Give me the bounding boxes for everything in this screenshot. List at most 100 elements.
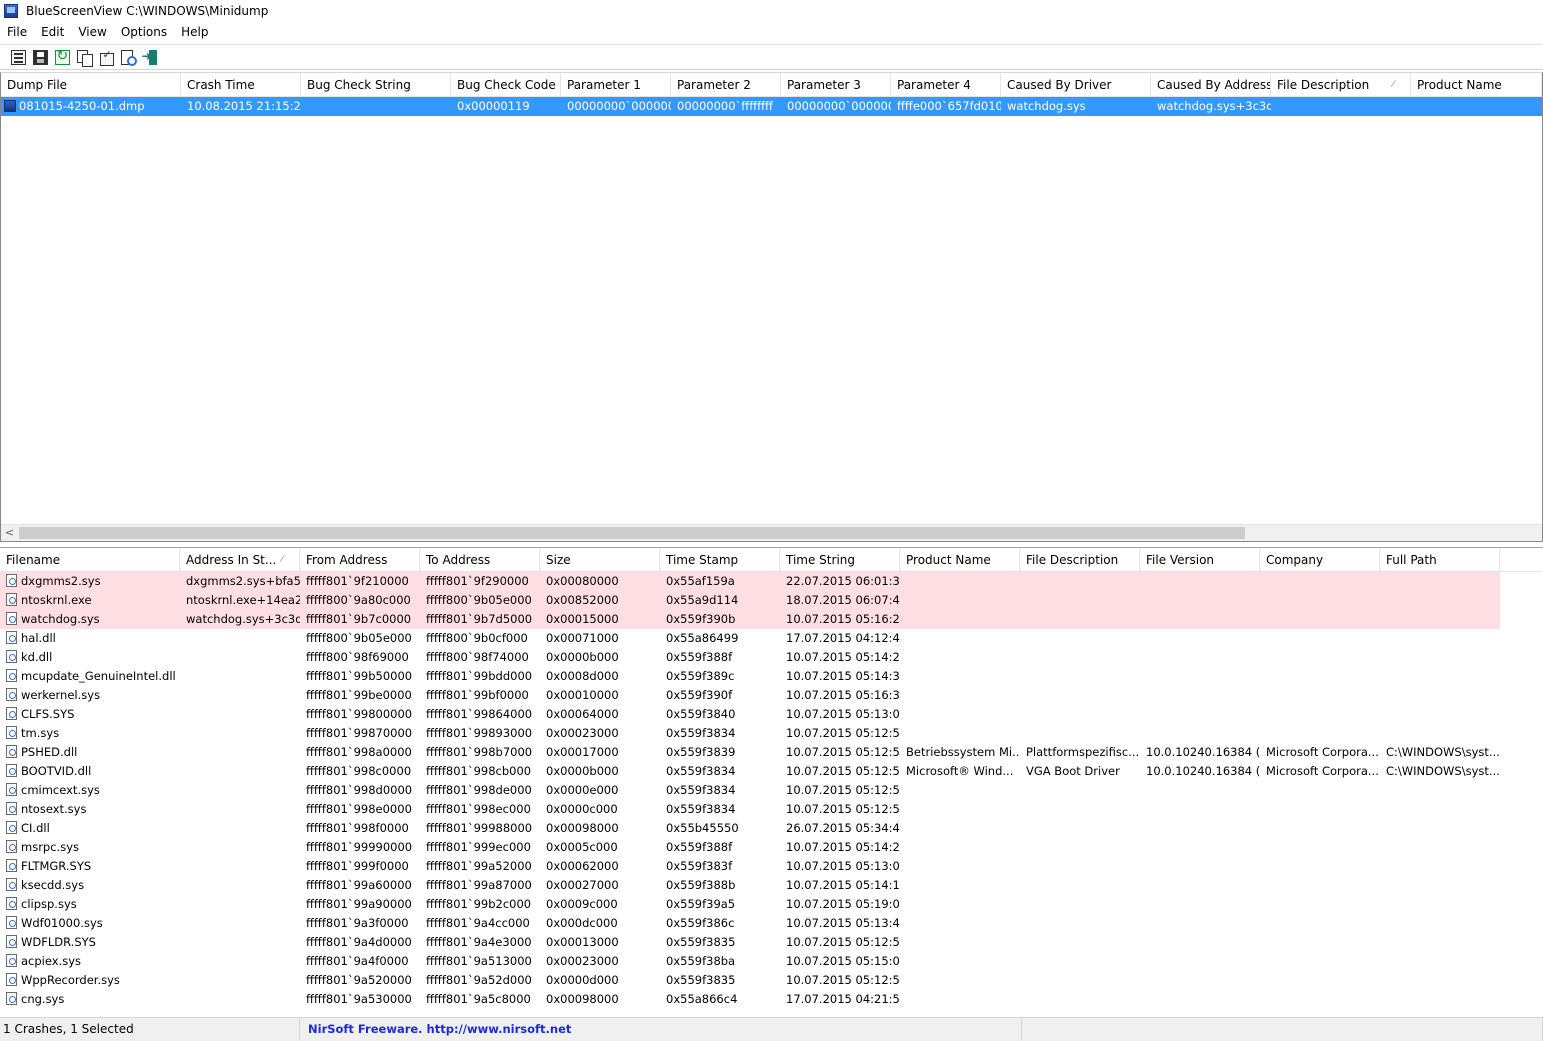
column-header-product-name[interactable]: Product Name — [1411, 73, 1542, 97]
cell-text: fffff801`99a87000 — [426, 878, 532, 892]
driver-row[interactable]: watchdog.sys watchdog.sys+3c3d fffff801`9b… — [0, 610, 1543, 629]
column-header-file-version[interactable]: File Version — [1140, 548, 1260, 572]
refresh-button[interactable] — [52, 47, 72, 67]
driver-row[interactable]: WDFLDR.SYS fffff801`9a4d0000 fffff801`9a4e… — [0, 933, 1543, 952]
cell-file-version — [1140, 971, 1260, 990]
cell-to-address: fffff801`99864000 — [420, 705, 540, 724]
column-header-parameter-2[interactable]: Parameter 2 — [671, 73, 781, 97]
driver-row[interactable]: WppRecorder.sys fffff801`9a520000 fffff801… — [0, 971, 1543, 990]
module-file-icon — [6, 669, 17, 682]
driver-row[interactable]: CI.dll fffff801`998f0000 fffff801`99988000… — [0, 819, 1543, 838]
cell-from-address: fffff801`998f0000 — [300, 819, 420, 838]
cell-file-description — [1020, 933, 1140, 952]
driver-row[interactable]: Wdf01000.sys fffff801`9a3f0000 fffff801`9a… — [0, 914, 1543, 933]
cell-full-path — [1380, 572, 1500, 591]
cell-time-stamp: 0x55a86499 — [660, 629, 780, 648]
cell-text: Microsoft Corpora... — [1266, 764, 1379, 778]
column-header-caused-by-driver[interactable]: Caused By Driver — [1001, 73, 1151, 97]
cell-time-string: 10.07.2015 05:14:23 — [780, 648, 900, 667]
cell-text: WDFLDR.SYS — [21, 935, 96, 949]
scroll-thumb[interactable] — [19, 527, 1245, 539]
cell-time-stamp: 0x559f386c — [660, 914, 780, 933]
advanced-options-button[interactable] — [96, 47, 116, 67]
cell-text: watchdog.sys — [21, 612, 100, 626]
driver-row[interactable]: hal.dll fffff800`9b05e000 fffff800`9b0cf00… — [0, 629, 1543, 648]
driver-row[interactable]: tm.sys fffff801`99870000 fffff801`99893000… — [0, 724, 1543, 743]
column-header-parameter-1[interactable]: Parameter 1 — [561, 73, 671, 97]
cell-text: 0x55a9d114 — [666, 593, 739, 607]
menu-file[interactable]: File — [0, 25, 34, 39]
exit-button[interactable] — [140, 47, 160, 67]
driver-list[interactable]: Filename Address In St... ⁄ From Address To … — [0, 547, 1543, 1016]
driver-row[interactable]: clipsp.sys fffff801`99a90000 fffff801`99b2… — [0, 895, 1543, 914]
driver-row[interactable]: ntoskrnl.exe ntoskrnl.exe+14ea24 fffff800`… — [0, 591, 1543, 610]
cell-text: fffff801`9a513000 — [426, 954, 532, 968]
column-header-time-string[interactable]: Time String — [780, 548, 900, 572]
cell-time-string: 10.07.2015 05:12:52 — [780, 762, 900, 781]
column-header-from-address[interactable]: From Address — [300, 548, 420, 572]
crash-list-hscrollbar[interactable]: < — [1, 524, 1542, 541]
cell-filename: BOOTVID.dll — [0, 762, 180, 781]
column-header-filename[interactable]: Filename — [0, 548, 180, 572]
driver-row[interactable]: BOOTVID.dll fffff801`998c0000 fffff801`998… — [0, 762, 1543, 781]
driver-row[interactable]: msrpc.sys fffff801`99990000 fffff801`999ec… — [0, 838, 1543, 857]
column-header-to-address[interactable]: To Address — [420, 548, 540, 572]
driver-row[interactable]: cmimcext.sys fffff801`998d0000 fffff801`99… — [0, 781, 1543, 800]
cell-text: fffff801`999f0000 — [306, 859, 409, 873]
cell-text: fffff801`998cb000 — [426, 764, 532, 778]
menu-view[interactable]: View — [71, 25, 113, 39]
driver-row[interactable]: mcupdate_GenuineIntel.dll fffff801`99b500… — [0, 667, 1543, 686]
column-header-time-stamp[interactable]: Time Stamp — [660, 548, 780, 572]
status-link-cell: NirSoft Freeware. http://www.nirsoft.net — [300, 1018, 1022, 1041]
driver-row[interactable]: dxgmms2.sys dxgmms2.sys+bfa5 fffff801`9f21… — [0, 572, 1543, 591]
driver-row[interactable]: ksecdd.sys fffff801`99a60000 fffff801`99a8… — [0, 876, 1543, 895]
column-header-size[interactable]: Size — [540, 548, 660, 572]
driver-row[interactable]: ntosext.sys fffff801`998e0000 fffff801`998… — [0, 800, 1543, 819]
cell-product-name — [900, 667, 1020, 686]
refresh-icon — [54, 48, 70, 65]
column-header-address-in-st[interactable]: Address In St... ⁄ — [180, 548, 300, 572]
cell-from-address: fffff801`99870000 — [300, 724, 420, 743]
menu-help[interactable]: Help — [174, 25, 215, 39]
cell-text: fffff801`9a5c8000 — [426, 992, 531, 1006]
crash-list[interactable]: Dump File Crash Time Bug Check String Bug C… — [0, 72, 1543, 542]
cell-text: 0x00017000 — [546, 745, 619, 759]
column-header-company[interactable]: Company — [1260, 548, 1380, 572]
menu-edit[interactable]: Edit — [34, 25, 71, 39]
menu-options[interactable]: Options — [114, 25, 174, 39]
column-header-file-description[interactable]: File Description — [1020, 548, 1140, 572]
find-icon — [120, 49, 137, 66]
save-button[interactable] — [30, 47, 50, 67]
crash-row[interactable]: 081015-4250-01.dmp 10.08.2015 21:15:24 0x0… — [1, 97, 1542, 116]
cell-file-version — [1140, 591, 1260, 610]
nirsoft-link[interactable]: NirSoft Freeware. http://www.nirsoft.net — [308, 1022, 571, 1036]
column-header-crash-time[interactable]: Crash Time — [181, 73, 301, 97]
column-header-bug-check-string[interactable]: Bug Check String — [301, 73, 451, 97]
column-header-dump-file[interactable]: Dump File — [1, 73, 181, 97]
cell-text: Plattformspezifisc... — [1026, 745, 1140, 759]
column-header-product-name[interactable]: Product Name — [900, 548, 1020, 572]
column-header-bug-check-code[interactable]: Bug Check Code — [451, 73, 561, 97]
driver-row[interactable]: FLTMGR.SYS fffff801`999f0000 fffff801`99a5… — [0, 857, 1543, 876]
driver-row[interactable]: CLFS.SYS fffff801`99800000 fffff801`998640… — [0, 705, 1543, 724]
cell-filename: clipsp.sys — [0, 895, 180, 914]
driver-row[interactable]: cng.sys fffff801`9a530000 fffff801`9a5c800… — [0, 990, 1543, 1009]
cell-text: 0x55a866c4 — [666, 992, 738, 1006]
column-header-full-path[interactable]: Full Path — [1380, 548, 1500, 572]
column-header-file-description[interactable]: File Description ⁄ — [1271, 73, 1411, 97]
driver-row[interactable]: kd.dll fffff800`98f69000 fffff800`98f74000… — [0, 648, 1543, 667]
cell-text: 0x559f388f — [666, 650, 733, 664]
column-header-parameter-3[interactable]: Parameter 3 — [781, 73, 891, 97]
save-icon — [32, 49, 48, 65]
driver-row[interactable]: werkernel.sys fffff801`99be0000 fffff801`9… — [0, 686, 1543, 705]
cell-from-address: fffff801`998c0000 — [300, 762, 420, 781]
driver-row[interactable]: acpiex.sys fffff801`9a4f0000 fffff801`9a51… — [0, 952, 1543, 971]
module-file-icon — [6, 973, 17, 986]
driver-row[interactable]: PSHED.dll fffff801`998a0000 fffff801`998b7… — [0, 743, 1543, 762]
find-button[interactable] — [118, 47, 138, 67]
column-header-caused-by-address[interactable]: Caused By Address — [1151, 73, 1271, 97]
copy-button[interactable] — [74, 47, 94, 67]
column-header-parameter-4[interactable]: Parameter 4 — [891, 73, 1001, 97]
properties-button[interactable] — [8, 47, 28, 67]
scroll-left-icon[interactable]: < — [1, 525, 18, 541]
